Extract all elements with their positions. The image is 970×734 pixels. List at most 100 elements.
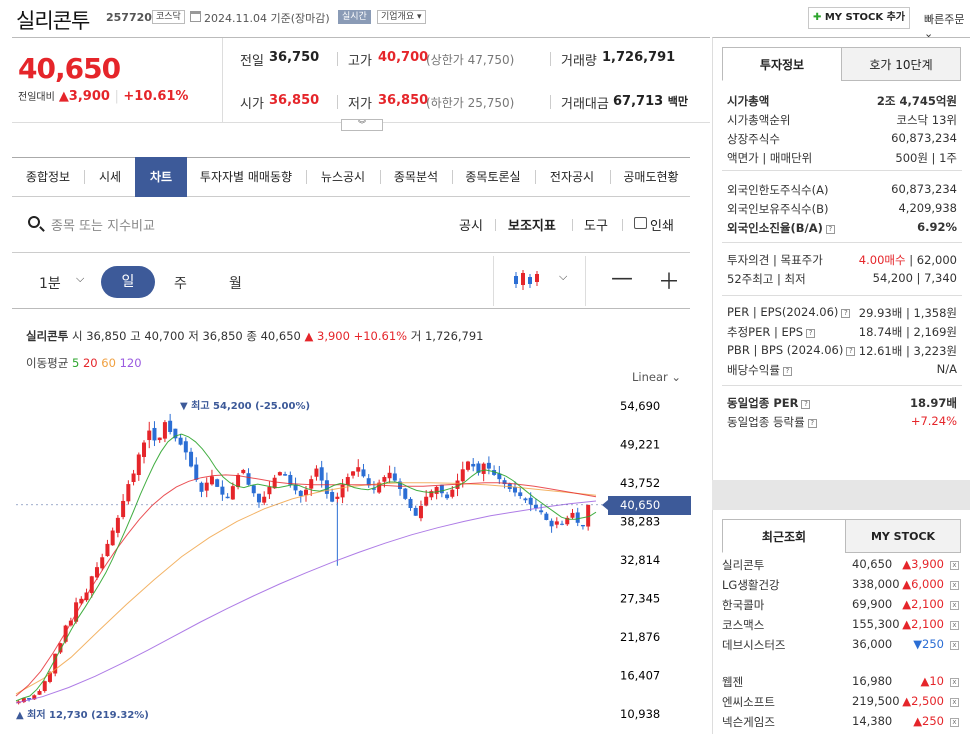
indicator-button[interactable]: 보조지표	[508, 215, 556, 234]
candle-body	[314, 468, 319, 477]
price-change: 전일대비 ▲3,900 | +10.61%	[18, 89, 189, 104]
recent-stock-row[interactable]: LG생활건강 338,000 ▲6,000 x	[722, 577, 962, 597]
help-icon[interactable]: ?	[841, 309, 851, 318]
recent-stock-change: ▲10	[920, 674, 944, 688]
candle-body	[142, 442, 147, 457]
candle-body	[570, 512, 575, 518]
tab-mystock[interactable]: MY STOCK	[845, 519, 961, 553]
candle-body	[304, 489, 308, 496]
prev-close-label: 전일	[240, 54, 264, 69]
tab-news[interactable]: 뉴스공시	[310, 157, 376, 197]
recent-stock-name[interactable]: 데브시스터즈	[722, 638, 785, 652]
recent-stock-row[interactable]: 데브시스터즈 36,000 ▼250 x	[722, 637, 962, 657]
tab-analysis[interactable]: 종목분석	[384, 157, 448, 197]
company-info-button[interactable]: 기업개요 ▾	[377, 10, 426, 24]
recent-stock-name[interactable]: 한국콜마	[722, 598, 764, 612]
current-price-flag: 40,650	[602, 496, 691, 515]
mystock-add-button[interactable]: ✚ MY STOCK 추가	[808, 7, 910, 29]
tab-discussion[interactable]: 종목토론실	[456, 157, 530, 197]
remove-icon[interactable]: x	[950, 601, 959, 610]
help-icon[interactable]: ?	[825, 225, 835, 234]
tab-recent[interactable]: 최근조회	[722, 519, 846, 553]
period-day-button[interactable]: 일	[101, 266, 155, 298]
tab-chart[interactable]: 차트	[135, 157, 187, 197]
recent-stock-row[interactable]: 엔씨소프트 219,500 ▲2,500 x	[722, 694, 962, 714]
info-value: 500원 | 1주	[895, 150, 957, 166]
candle-body	[100, 557, 105, 569]
recent-stock-name[interactable]: 엔씨소프트	[722, 695, 775, 709]
recent-stock-name[interactable]: 넥슨게임즈	[722, 715, 775, 729]
divider	[337, 52, 338, 66]
candle-body	[523, 498, 528, 501]
recent-stock-row[interactable]: 웹젠 16,980 ▲10 x	[722, 674, 962, 694]
help-icon[interactable]: ?	[782, 367, 792, 376]
scale-select[interactable]: Linear ⌄	[632, 370, 681, 384]
tab-divider	[84, 170, 85, 184]
zoom-in-button[interactable]: ＋	[658, 264, 680, 296]
recent-stock-row[interactable]: 한국콜마 69,900 ▲2,100 x	[722, 597, 962, 617]
help-icon[interactable]: ?	[807, 419, 817, 428]
recent-stock-name[interactable]: 실리콘투	[722, 558, 764, 572]
tab-orderbook[interactable]: 호가 10단계	[841, 47, 961, 81]
compare-search-input[interactable]: 종목 또는 지수비교	[51, 215, 155, 234]
minute-select[interactable]: 1분	[39, 273, 61, 293]
help-icon[interactable]: ?	[846, 347, 856, 356]
candle-body	[230, 486, 235, 500]
print-icon[interactable]	[634, 217, 647, 229]
tab-overview[interactable]: 종합정보	[17, 157, 79, 197]
tab-dart[interactable]: 전자공시	[539, 157, 605, 197]
recent-stock-change: ▲2,500	[902, 694, 944, 708]
help-icon[interactable]: ?	[801, 400, 811, 409]
recent-stock-row[interactable]: 코스맥스 155,300 ▲2,100 x	[722, 617, 962, 637]
tab-investor-trend[interactable]: 투자자별 매매동향	[190, 157, 302, 197]
recent-stock-name[interactable]: 코스맥스	[722, 618, 764, 632]
open-label: 시가	[240, 97, 264, 112]
remove-icon[interactable]: x	[950, 641, 959, 650]
remove-icon[interactable]: x	[950, 698, 959, 707]
remove-icon[interactable]: x	[950, 621, 959, 630]
info-label: 외국인보유주식수(B)	[727, 202, 829, 216]
moving-average-legend[interactable]: 이동평균 5 20 60 120	[26, 355, 142, 371]
candle-body	[544, 513, 549, 520]
candle-body	[236, 474, 241, 488]
recent-stock-name[interactable]: 웹젠	[722, 675, 743, 689]
remove-icon[interactable]: x	[950, 561, 959, 570]
tab-short-selling[interactable]: 공매도현황	[614, 157, 688, 197]
remove-icon[interactable]: x	[950, 678, 959, 687]
candle-body	[168, 420, 173, 432]
quick-order-button[interactable]: 빠른주문 ⌄	[924, 11, 970, 40]
info-value-text: 2조 4,745억원	[876, 94, 957, 108]
candle-body	[262, 496, 267, 503]
help-icon[interactable]: ?	[806, 329, 816, 338]
remove-icon[interactable]: x	[950, 581, 959, 590]
print-button[interactable]: 인쇄	[650, 215, 674, 234]
info-label: 배당수익률	[727, 363, 780, 377]
candle-body	[215, 479, 220, 487]
expand-summary-button[interactable]: ︾	[341, 119, 383, 131]
candle-body	[256, 493, 261, 503]
search-icon[interactable]	[28, 216, 40, 228]
amount-number: 67,713	[613, 94, 664, 109]
remove-icon[interactable]: x	[950, 718, 959, 727]
tab-quotes[interactable]: 시세	[88, 157, 132, 197]
period-month-button[interactable]: 월	[229, 273, 242, 293]
price-chart[interactable]: 54,690 49,221 43,752 38,283 32,814 27,345 21,8…	[12, 390, 690, 734]
candlestick-icon[interactable]	[513, 268, 539, 292]
tab-divider	[535, 170, 536, 184]
info-label: 시가총액	[727, 94, 770, 108]
info-row: 배당수익률? N/A	[727, 362, 957, 381]
tab-invest-info[interactable]: 투자정보	[722, 47, 842, 81]
chevron-down-icon[interactable]: ⌵	[76, 272, 84, 286]
period-week-button[interactable]: 주	[174, 273, 187, 293]
recent-stock-row[interactable]: 넥슨게임즈 14,380 ▲250 x	[722, 714, 962, 734]
chevron-down-icon[interactable]: ⌵	[559, 270, 567, 284]
candle-body	[324, 480, 329, 494]
info-label: PBR | BPS (2024.06)	[727, 343, 844, 357]
candle-body	[209, 476, 214, 485]
candle-body	[481, 463, 486, 474]
recent-stock-row[interactable]: 실리콘투 40,650 ▲3,900 x	[722, 557, 962, 577]
zoom-out-button[interactable]: —	[611, 266, 633, 291]
recent-stock-name[interactable]: LG생활건강	[722, 578, 780, 592]
disclosure-button[interactable]: 공시	[459, 215, 483, 234]
tools-button[interactable]: 도구	[584, 215, 608, 234]
